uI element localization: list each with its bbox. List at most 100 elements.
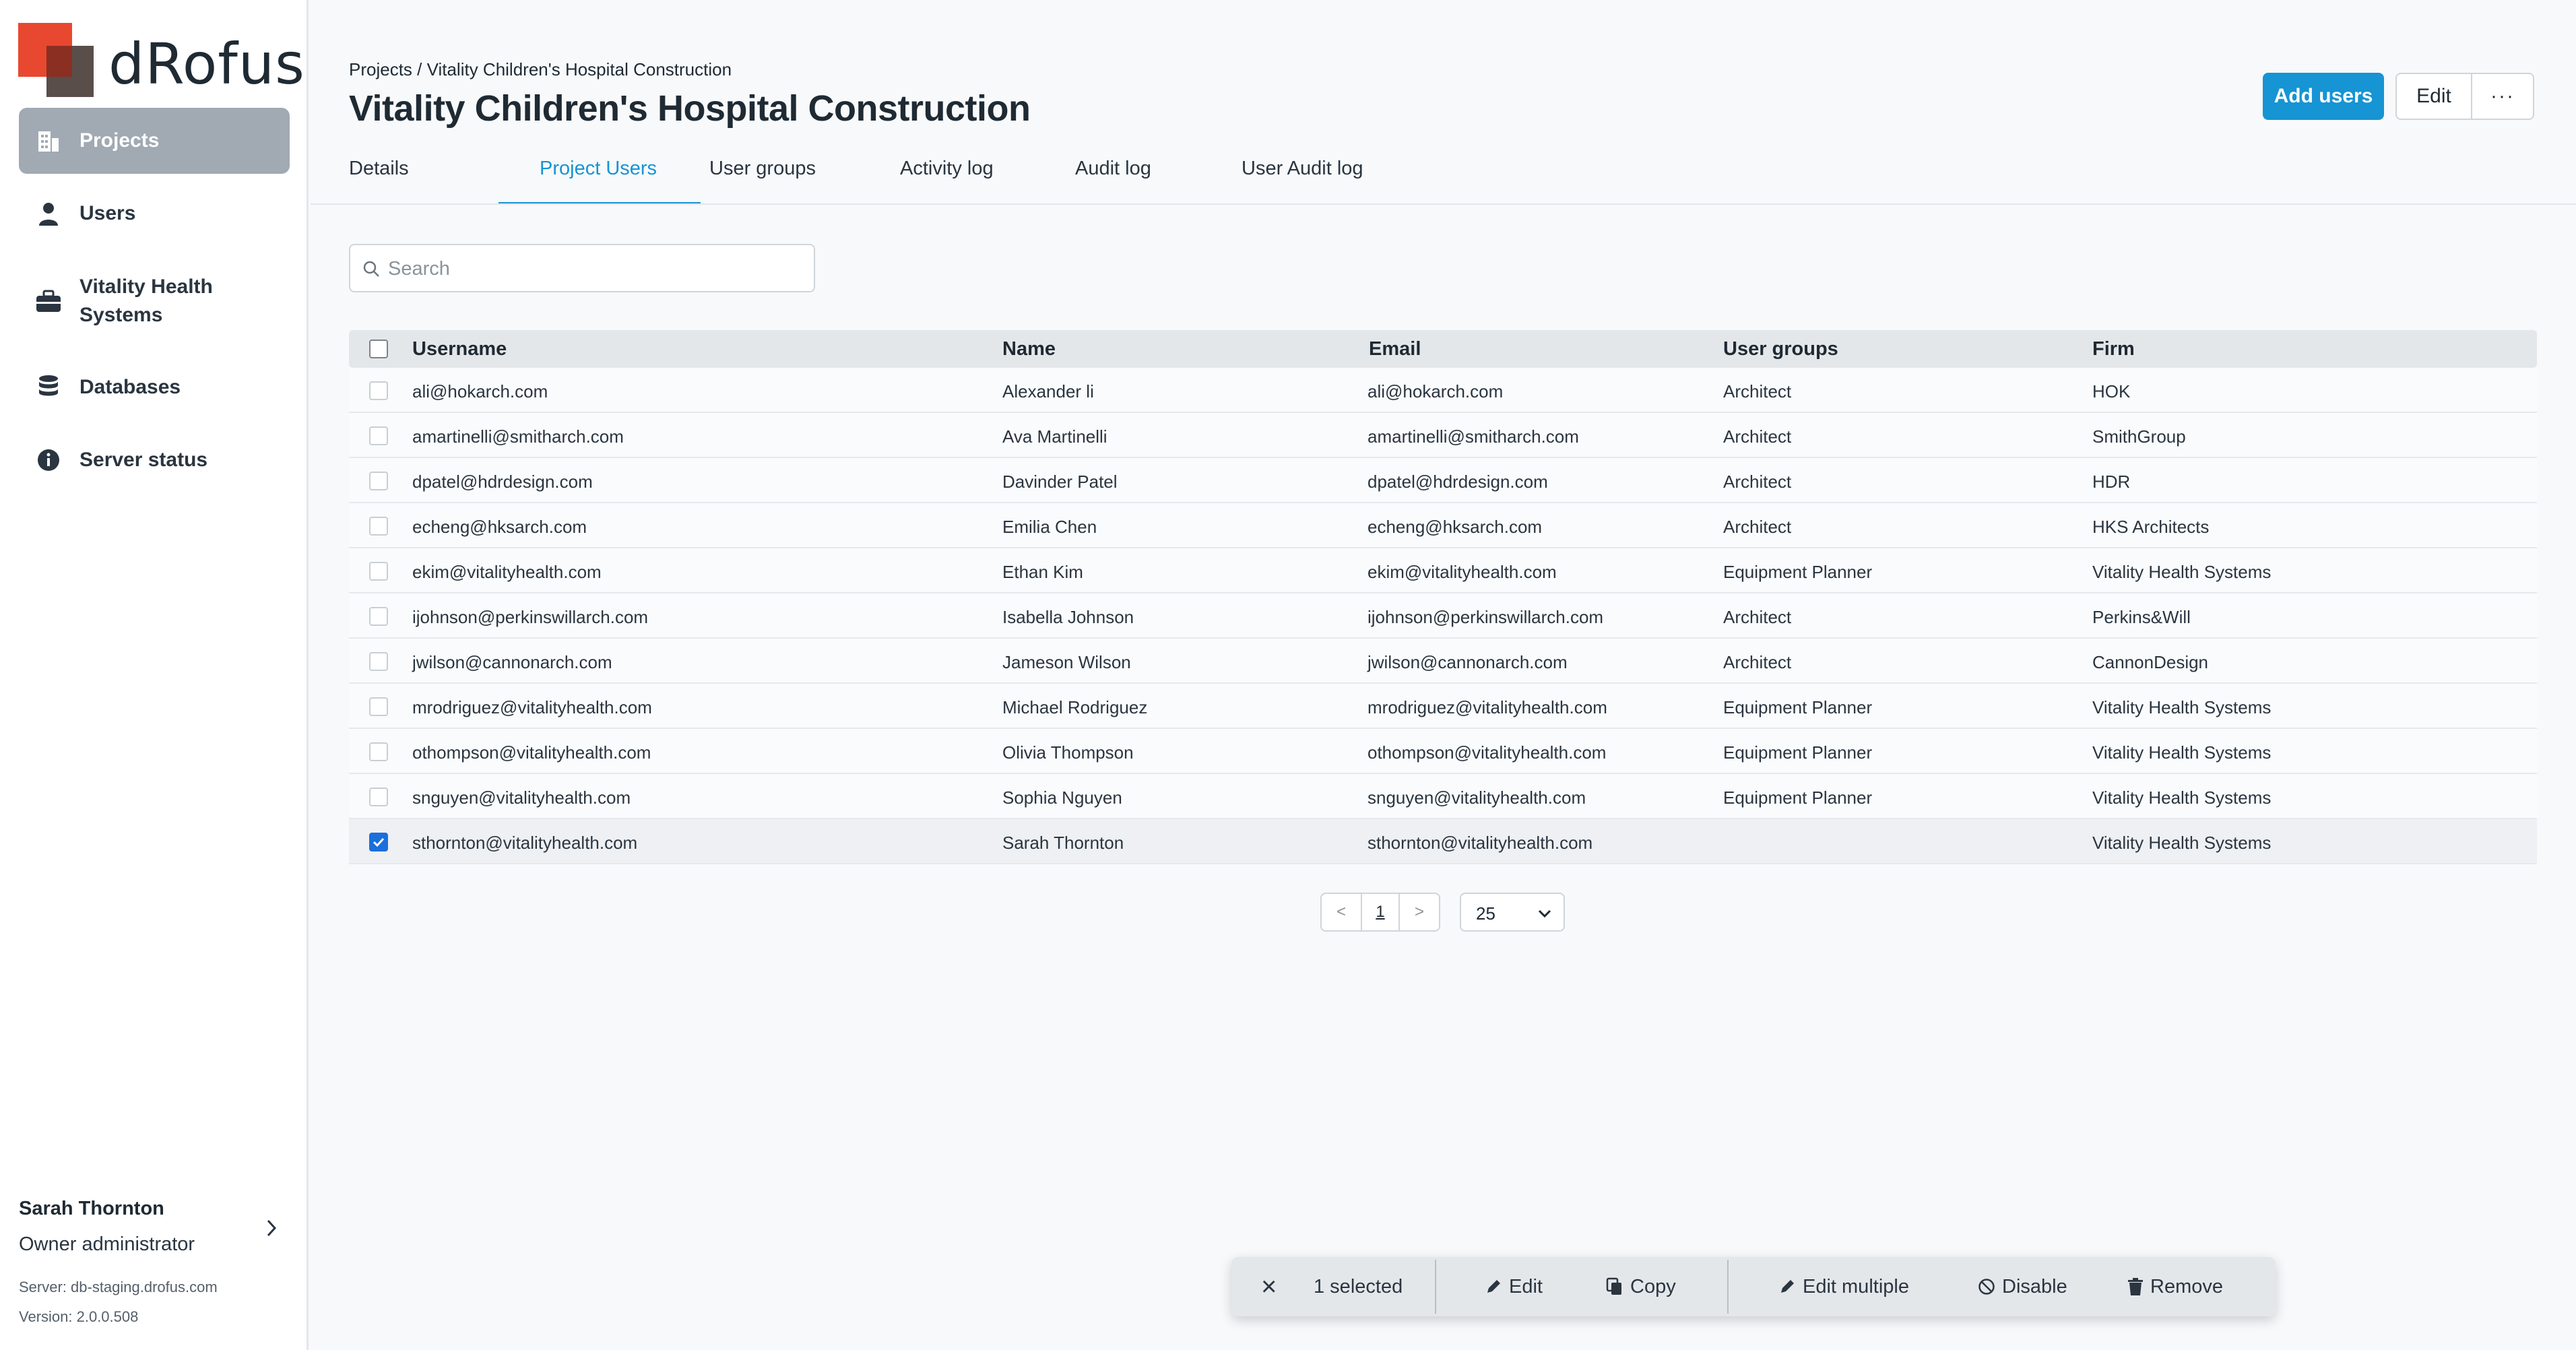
version-info: Version: 2.0.0.508: [19, 1308, 139, 1325]
chevron-right-icon[interactable]: [261, 1218, 282, 1238]
table-row[interactable]: ekim@vitalityhealth.com Ethan Kim ekim@vit…: [349, 548, 2537, 593]
search-box: [349, 244, 815, 292]
prev-page-button[interactable]: <: [1322, 894, 1361, 930]
close-icon: ×: [1261, 1271, 1277, 1301]
remove-label: Remove: [2150, 1275, 2223, 1297]
ban-icon: [1978, 1279, 1995, 1295]
cell-name: Isabella Johnson: [1002, 607, 1134, 627]
cell-firm: Vitality Health Systems: [2092, 562, 2272, 582]
tab-project-users[interactable]: Project Users: [540, 158, 657, 180]
row-checkbox[interactable]: [369, 472, 388, 490]
table-row[interactable]: ijohnson@perkinswillarch.com Isabella Joh…: [349, 593, 2537, 639]
row-checkbox[interactable]: [369, 607, 388, 626]
cell-name: Ethan Kim: [1002, 562, 1083, 582]
server-info: Server: db-staging.drofus.com: [19, 1279, 218, 1295]
table-row[interactable]: mrodriguez@vitalityhealth.com Michael Rod…: [349, 684, 2537, 729]
row-checkbox[interactable]: [369, 788, 388, 806]
row-checkbox[interactable]: [369, 833, 388, 851]
search-input[interactable]: [388, 252, 806, 286]
row-checkbox[interactable]: [369, 517, 388, 536]
table-row[interactable]: dpatel@hdrdesign.com Davinder Patel dpatel…: [349, 458, 2537, 503]
column-header-username[interactable]: Username: [412, 338, 507, 360]
cell-user-group: Equipment Planner: [1723, 742, 1873, 763]
drofus-logo[interactable]: dRofus: [18, 23, 304, 97]
cell-name: Michael Rodriguez: [1002, 697, 1148, 717]
table-row[interactable]: amartinelli@smitharch.com Ava Martinelli a…: [349, 413, 2537, 458]
copy-selected-button[interactable]: Copy: [1606, 1257, 1676, 1316]
row-checkbox[interactable]: [369, 381, 388, 400]
cell-name: Sarah Thornton: [1002, 833, 1124, 853]
page-size-value: 25: [1476, 903, 1495, 924]
cell-firm: HKS Architects: [2092, 517, 2210, 537]
breadcrumb[interactable]: Projects / Vitality Children's Hospital …: [349, 59, 732, 80]
page-size-select[interactable]: 25: [1460, 893, 1565, 932]
current-page[interactable]: 1: [1361, 894, 1400, 930]
table-row[interactable]: echeng@hksarch.com Emilia Chen echeng@hksa…: [349, 503, 2537, 548]
row-checkbox[interactable]: [369, 742, 388, 761]
cell-firm: Vitality Health Systems: [2092, 833, 2272, 853]
table-body: ali@hokarch.com Alexander li ali@hokarch.c…: [349, 368, 2537, 864]
cell-email: jwilson@cannonarch.com: [1367, 652, 1568, 672]
cell-user-group: Architect: [1723, 652, 1792, 672]
users-table: Username Name Email User groups Firm ali…: [349, 330, 2537, 864]
pagination: < 1 >: [1320, 893, 1440, 932]
tab-activity-log[interactable]: Activity log: [900, 158, 994, 180]
cell-email: ali@hokarch.com: [1367, 381, 1504, 401]
table-row[interactable]: othompson@vitalityhealth.com Olivia Thomp…: [349, 729, 2537, 774]
next-page-button[interactable]: >: [1400, 894, 1439, 930]
row-checkbox[interactable]: [369, 562, 388, 581]
remove-button[interactable]: Remove: [2127, 1257, 2223, 1316]
table-row[interactable]: sthornton@vitalityhealth.com Sarah Thornt…: [349, 819, 2537, 864]
cell-email: snguyen@vitalityhealth.com: [1367, 788, 1586, 808]
table-header: Username Name Email User groups Firm: [349, 330, 2537, 368]
search-icon: [363, 261, 379, 277]
table-row[interactable]: ali@hokarch.com Alexander li ali@hokarch.c…: [349, 368, 2537, 413]
info-icon: [35, 447, 62, 474]
sidebar-item-projects[interactable]: Projects: [19, 108, 290, 174]
more-options-button[interactable]: ···: [2472, 74, 2533, 119]
tab-audit-log[interactable]: Audit log: [1075, 158, 1151, 180]
tab-details[interactable]: Details: [349, 158, 409, 180]
cell-name: Davinder Patel: [1002, 472, 1118, 492]
copy-icon: [1606, 1277, 1621, 1295]
copy-selected-label: Copy: [1630, 1275, 1676, 1297]
column-header-name[interactable]: Name: [1002, 338, 1056, 360]
clear-selection-button[interactable]: ×: [1261, 1257, 1277, 1316]
cell-username: othompson@vitalityhealth.com: [412, 742, 651, 763]
edit-multiple-button[interactable]: Edit multiple: [1778, 1257, 1909, 1316]
cell-name: Olivia Thompson: [1002, 742, 1134, 763]
disable-button[interactable]: Disable: [1978, 1257, 2067, 1316]
tab-user-audit-log[interactable]: User Audit log: [1242, 158, 1363, 180]
cell-user-group: Architect: [1723, 517, 1792, 537]
user-profile[interactable]: Sarah Thornton Owner administrator Serve…: [19, 1198, 295, 1326]
sidebar-item-users[interactable]: Users: [19, 181, 290, 247]
cell-firm: CannonDesign: [2092, 652, 2209, 672]
database-icon: [35, 374, 62, 401]
column-header-firm[interactable]: Firm: [2092, 338, 2135, 360]
sidebar-item-databases[interactable]: Databases: [19, 354, 290, 420]
table-row[interactable]: jwilson@cannonarch.com Jameson Wilson jwil…: [349, 639, 2537, 684]
cell-username: ali@hokarch.com: [412, 381, 548, 401]
sidebar-item-vitality-health-systems[interactable]: Vitality Health Systems: [19, 264, 290, 338]
row-checkbox[interactable]: [369, 652, 388, 671]
column-header-user-groups[interactable]: User groups: [1723, 338, 1838, 360]
column-header-email[interactable]: Email: [1369, 338, 1421, 360]
cell-firm: HOK: [2092, 381, 2131, 401]
select-all-checkbox[interactable]: [369, 340, 388, 358]
table-row[interactable]: snguyen@vitalityhealth.com Sophia Nguyen s…: [349, 774, 2537, 819]
cell-username: amartinelli@smitharch.com: [412, 426, 624, 447]
selection-action-bar: × 1 selected Edit Copy Edit multiple Dis…: [1231, 1257, 2276, 1316]
add-users-button[interactable]: Add users: [2263, 73, 2384, 120]
pencil-icon: [1487, 1280, 1500, 1293]
edit-project-button[interactable]: Edit: [2397, 74, 2472, 119]
tab-user-groups[interactable]: User groups: [709, 158, 816, 180]
row-checkbox[interactable]: [369, 426, 388, 445]
trash-icon: [2128, 1278, 2143, 1295]
cell-email: othompson@vitalityhealth.com: [1367, 742, 1607, 763]
cell-user-group: Architect: [1723, 426, 1792, 447]
edit-selected-button[interactable]: Edit: [1485, 1257, 1543, 1316]
chevron-down-icon: [1538, 909, 1551, 918]
sidebar-item-server-status[interactable]: Server status: [19, 427, 290, 493]
selection-count: 1 selected: [1314, 1275, 1403, 1297]
row-checkbox[interactable]: [369, 697, 388, 716]
